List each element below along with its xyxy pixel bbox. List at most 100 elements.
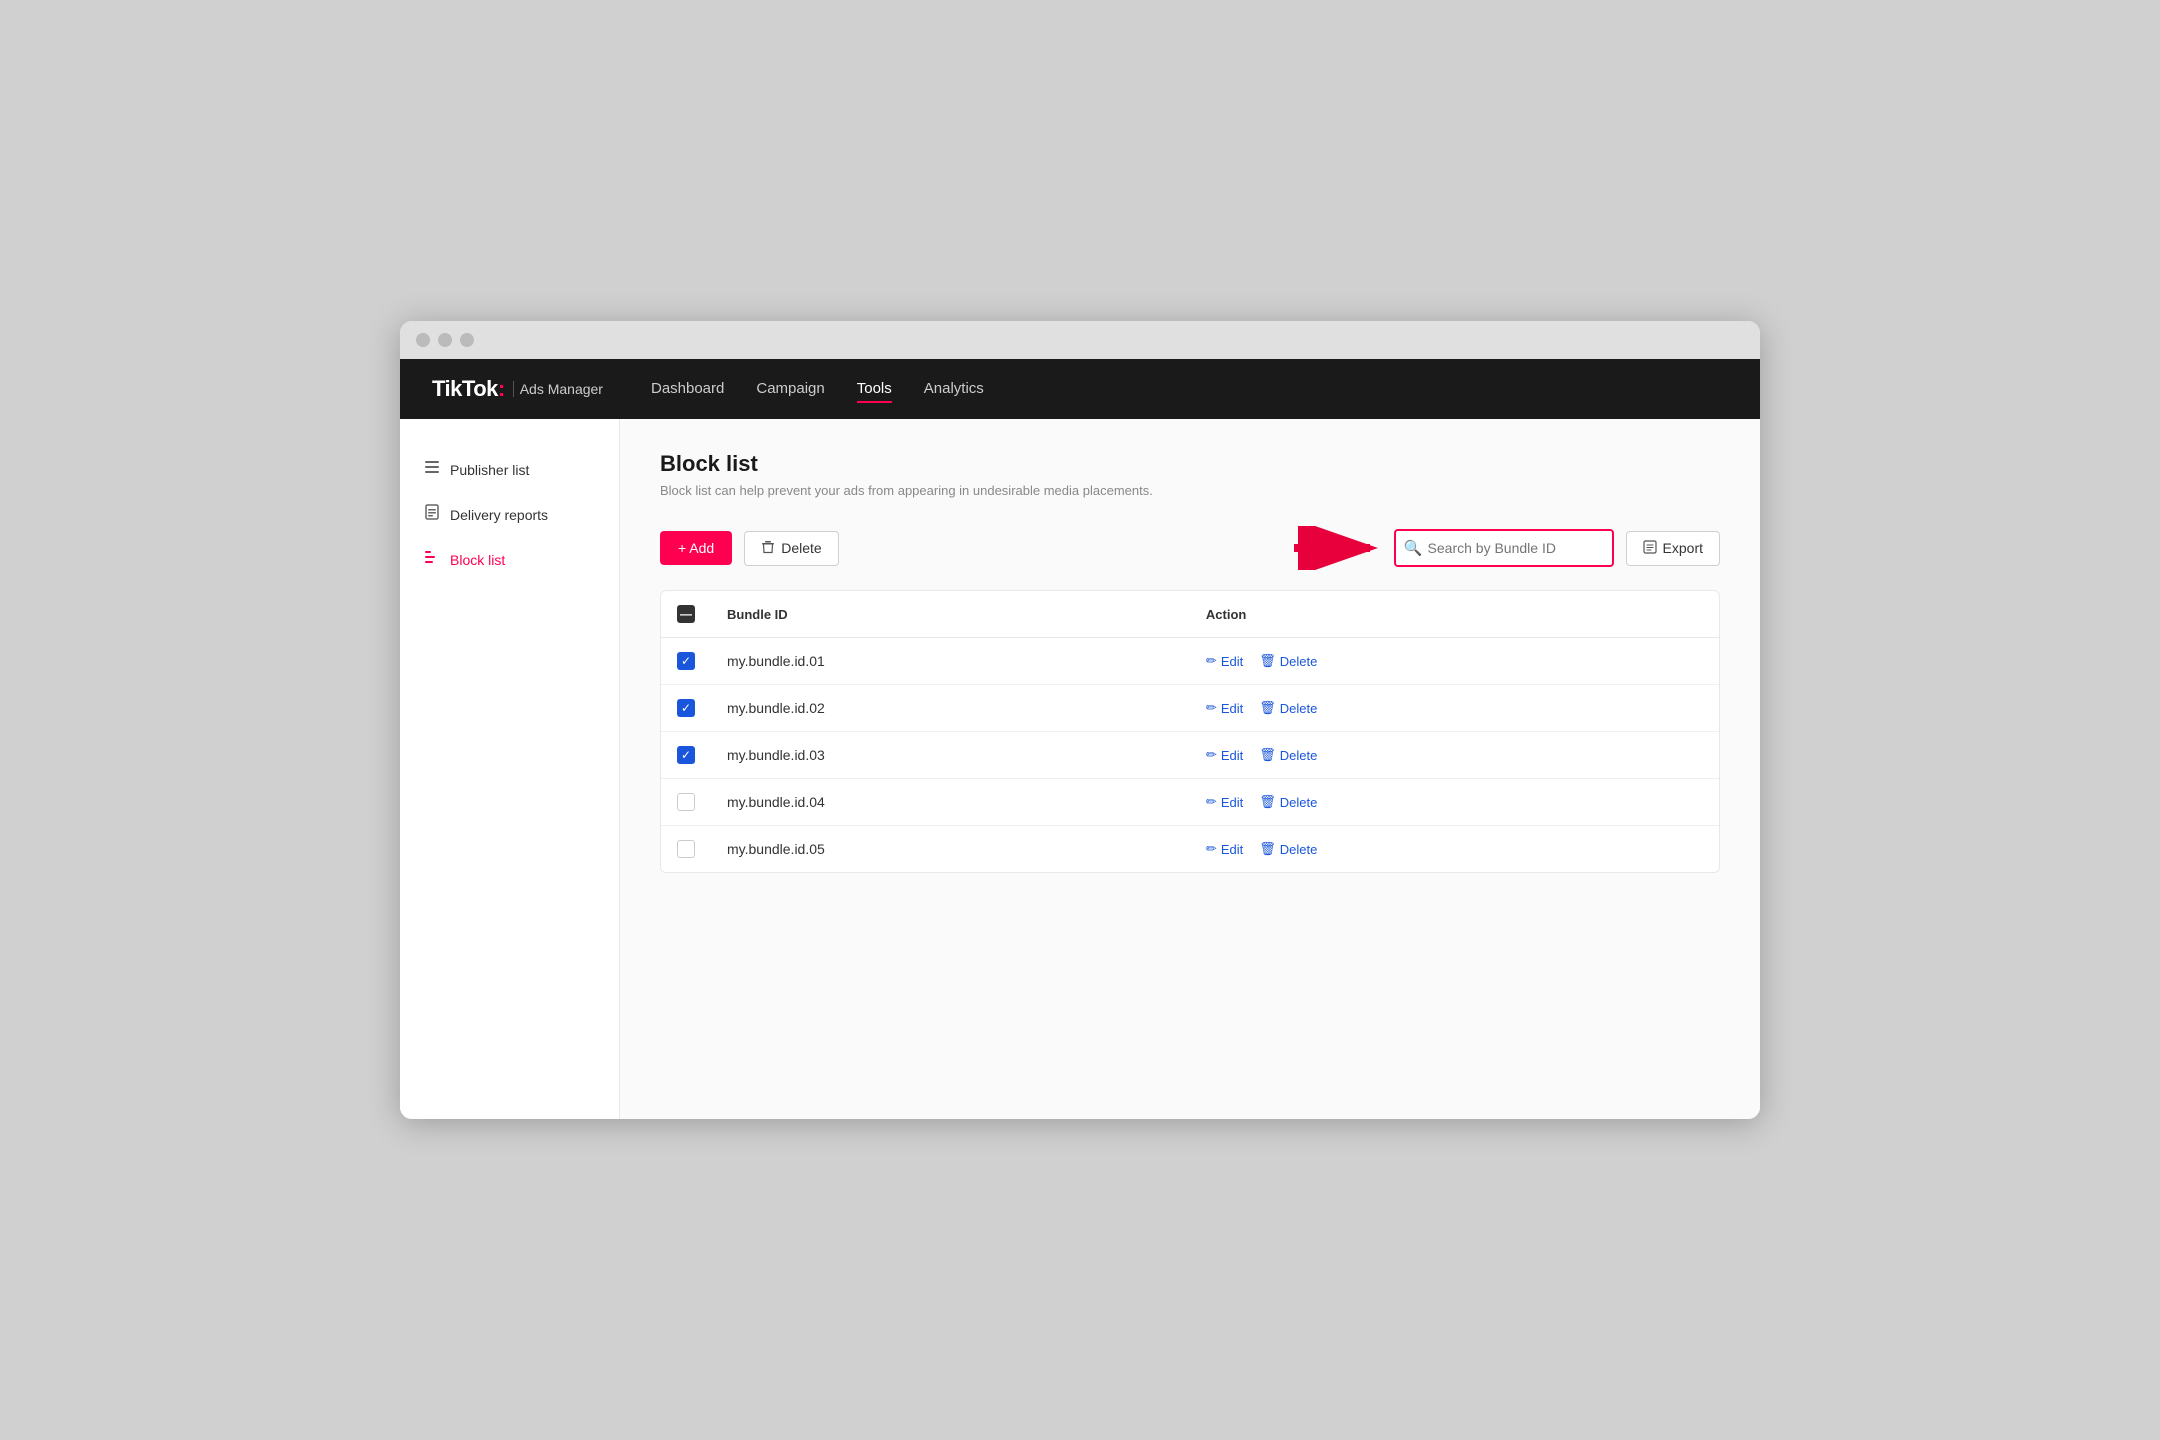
export-button[interactable]: Export bbox=[1626, 531, 1720, 566]
delete-icon bbox=[761, 540, 775, 557]
nav-link-dashboard[interactable]: Dashboard bbox=[651, 380, 724, 401]
delivery-reports-icon bbox=[424, 504, 440, 525]
row-5-checkbox-cell bbox=[661, 826, 711, 873]
row-4-edit-button[interactable]: ✏ Edit bbox=[1206, 794, 1243, 810]
row-2-checkbox-cell bbox=[661, 685, 711, 732]
table-row: my.bundle.id.04 ✏ Edit 🗑 Delet bbox=[661, 779, 1719, 826]
edit-icon: ✏ bbox=[1206, 841, 1217, 857]
row-5-delete-label: Delete bbox=[1280, 842, 1318, 857]
row-4-checkbox[interactable] bbox=[677, 793, 695, 811]
row-2-edit-label: Edit bbox=[1221, 701, 1243, 716]
column-action: Action bbox=[1190, 591, 1719, 638]
row-2-edit-button[interactable]: ✏ Edit bbox=[1206, 700, 1243, 716]
sidebar-item-publisher-list[interactable]: Publisher list bbox=[400, 447, 619, 492]
row-1-delete-button[interactable]: 🗑 Delete bbox=[1259, 653, 1317, 669]
row-1-checkbox-cell bbox=[661, 638, 711, 685]
row-4-actions: ✏ Edit 🗑 Delete bbox=[1190, 779, 1719, 826]
publisher-list-icon bbox=[424, 459, 440, 480]
nav-item-tools[interactable]: Tools bbox=[857, 380, 892, 398]
sidebar-item-delivery-reports[interactable]: Delivery reports bbox=[400, 492, 619, 537]
row-3-delete-button[interactable]: 🗑 Delete bbox=[1259, 747, 1317, 763]
row-5-edit-label: Edit bbox=[1221, 842, 1243, 857]
delete-button[interactable]: Delete bbox=[744, 531, 838, 566]
row-3-delete-label: Delete bbox=[1280, 748, 1318, 763]
row-3-actions: ✏ Edit 🗑 Delete bbox=[1190, 732, 1719, 779]
top-navigation: TikTok: Ads Manager Dashboard Campaign T… bbox=[400, 359, 1760, 419]
table-header: Bundle ID Action bbox=[661, 591, 1719, 638]
logo: TikTok: Ads Manager bbox=[432, 376, 603, 402]
trash-icon: 🗑 bbox=[1259, 794, 1276, 810]
export-button-label: Export bbox=[1663, 540, 1703, 556]
row-4-bundle-id: my.bundle.id.04 bbox=[711, 779, 1190, 826]
logo-colon: : bbox=[498, 376, 505, 401]
table-body: my.bundle.id.01 ✏ Edit 🗑 Delet bbox=[661, 638, 1719, 873]
nav-item-dashboard[interactable]: Dashboard bbox=[651, 380, 724, 398]
block-list-table: Bundle ID Action my.bundle.id.01 bbox=[660, 590, 1720, 873]
search-box: 🔍 bbox=[1394, 529, 1614, 567]
delivery-reports-label: Delivery reports bbox=[450, 507, 548, 523]
row-4-action-cell: ✏ Edit 🗑 Delete bbox=[1206, 794, 1703, 810]
row-1-delete-label: Delete bbox=[1280, 654, 1318, 669]
table-row: my.bundle.id.05 ✏ Edit 🗑 Delet bbox=[661, 826, 1719, 873]
export-icon bbox=[1643, 540, 1657, 557]
publisher-list-label: Publisher list bbox=[450, 462, 529, 478]
row-3-edit-label: Edit bbox=[1221, 748, 1243, 763]
search-icon: 🔍 bbox=[1404, 539, 1423, 557]
row-2-delete-button[interactable]: 🗑 Delete bbox=[1259, 700, 1317, 716]
page-subtitle: Block list can help prevent your ads fro… bbox=[660, 483, 1720, 498]
column-checkbox bbox=[661, 591, 711, 638]
main-content: Block list Block list can help prevent y… bbox=[620, 419, 1760, 1119]
row-3-checkbox-cell bbox=[661, 732, 711, 779]
nav-item-analytics[interactable]: Analytics bbox=[924, 380, 984, 398]
row-3-action-cell: ✏ Edit 🗑 Delete bbox=[1206, 747, 1703, 763]
browser-chrome bbox=[400, 321, 1760, 359]
row-2-bundle-id: my.bundle.id.02 bbox=[711, 685, 1190, 732]
nav-links: Dashboard Campaign Tools Analytics bbox=[651, 380, 984, 398]
row-3-edit-button[interactable]: ✏ Edit bbox=[1206, 747, 1243, 763]
row-5-edit-button[interactable]: ✏ Edit bbox=[1206, 841, 1243, 857]
search-input[interactable] bbox=[1394, 529, 1614, 567]
row-5-checkbox[interactable] bbox=[677, 840, 695, 858]
table-row: my.bundle.id.01 ✏ Edit 🗑 Delet bbox=[661, 638, 1719, 685]
page-layout: Publisher list Delivery reports bbox=[400, 419, 1760, 1119]
logo-tiktok: TikTok: bbox=[432, 376, 505, 402]
browser-window: TikTok: Ads Manager Dashboard Campaign T… bbox=[400, 321, 1760, 1119]
trash-icon: 🗑 bbox=[1259, 747, 1276, 763]
annotation-arrow bbox=[1292, 526, 1382, 570]
browser-dot-green bbox=[460, 333, 474, 347]
row-5-delete-button[interactable]: 🗑 Delete bbox=[1259, 841, 1317, 857]
column-bundle-id: Bundle ID bbox=[711, 591, 1190, 638]
sidebar-item-block-list[interactable]: Block list bbox=[400, 537, 619, 582]
select-all-checkbox[interactable] bbox=[677, 605, 695, 623]
table-row: my.bundle.id.03 ✏ Edit 🗑 Delet bbox=[661, 732, 1719, 779]
table-row: my.bundle.id.02 ✏ Edit 🗑 Delet bbox=[661, 685, 1719, 732]
nav-link-analytics[interactable]: Analytics bbox=[924, 380, 984, 401]
row-1-edit-button[interactable]: ✏ Edit bbox=[1206, 653, 1243, 669]
row-1-bundle-id: my.bundle.id.01 bbox=[711, 638, 1190, 685]
toolbar: + Add Delete bbox=[660, 526, 1720, 570]
trash-icon: 🗑 bbox=[1259, 653, 1276, 669]
block-list-icon bbox=[424, 549, 440, 570]
logo-ads-manager: Ads Manager bbox=[513, 381, 603, 397]
delete-button-label: Delete bbox=[781, 540, 821, 556]
nav-item-campaign[interactable]: Campaign bbox=[756, 380, 824, 398]
nav-link-campaign[interactable]: Campaign bbox=[756, 380, 824, 401]
row-1-actions: ✏ Edit 🗑 Delete bbox=[1190, 638, 1719, 685]
row-4-checkbox-cell bbox=[661, 779, 711, 826]
row-2-actions: ✏ Edit 🗑 Delete bbox=[1190, 685, 1719, 732]
row-1-checkbox[interactable] bbox=[677, 652, 695, 670]
browser-dot-red bbox=[416, 333, 430, 347]
add-button[interactable]: + Add bbox=[660, 531, 732, 565]
nav-link-tools[interactable]: Tools bbox=[857, 380, 892, 403]
row-2-action-cell: ✏ Edit 🗑 Delete bbox=[1206, 700, 1703, 716]
row-2-checkbox[interactable] bbox=[677, 699, 695, 717]
row-5-action-cell: ✏ Edit 🗑 Delete bbox=[1206, 841, 1703, 857]
row-3-checkbox[interactable] bbox=[677, 746, 695, 764]
arrow-svg bbox=[1292, 526, 1382, 570]
row-3-bundle-id: my.bundle.id.03 bbox=[711, 732, 1190, 779]
row-4-delete-button[interactable]: 🗑 Delete bbox=[1259, 794, 1317, 810]
edit-icon: ✏ bbox=[1206, 794, 1217, 810]
trash-icon: 🗑 bbox=[1259, 700, 1276, 716]
table: Bundle ID Action my.bundle.id.01 bbox=[661, 591, 1719, 872]
row-1-action-cell: ✏ Edit 🗑 Delete bbox=[1206, 653, 1703, 669]
